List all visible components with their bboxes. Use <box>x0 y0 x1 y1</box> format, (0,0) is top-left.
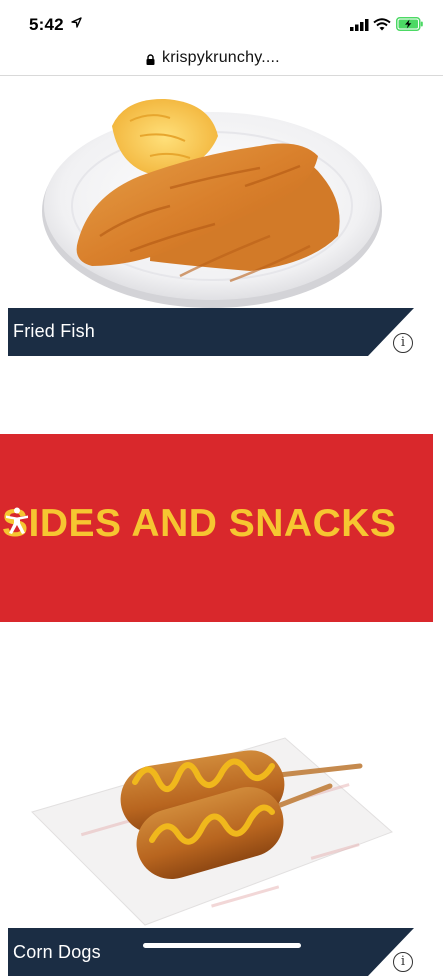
fried-fish-image[interactable] <box>0 76 443 308</box>
status-time: 5:42 <box>29 15 64 34</box>
battery-charging-icon <box>396 17 423 31</box>
signal-bars-icon <box>350 19 369 31</box>
product-card-corn-dogs[interactable]: Corn Dogs i <box>0 730 443 976</box>
product-name-fried-fish[interactable]: Fried Fish <box>13 321 95 342</box>
info-icon[interactable]: i <box>393 333 413 353</box>
accessibility-person-icon[interactable] <box>5 507 29 534</box>
home-indicator[interactable] <box>143 943 301 948</box>
status-bar: 5:42 <box>0 0 443 44</box>
location-arrow-icon <box>71 17 82 28</box>
product-card-fried-fish[interactable]: Fried Fish i <box>0 76 443 366</box>
wifi-icon <box>373 18 391 31</box>
section-title[interactable]: SIDES AND SNACKS <box>2 502 422 546</box>
corn-dogs-image[interactable] <box>0 730 443 930</box>
info-icon[interactable]: i <box>393 952 413 972</box>
url-text[interactable]: krispykrunchy.... <box>162 49 280 67</box>
lock-icon <box>146 54 155 65</box>
url-bar[interactable]: krispykrunchy.... <box>0 44 443 75</box>
